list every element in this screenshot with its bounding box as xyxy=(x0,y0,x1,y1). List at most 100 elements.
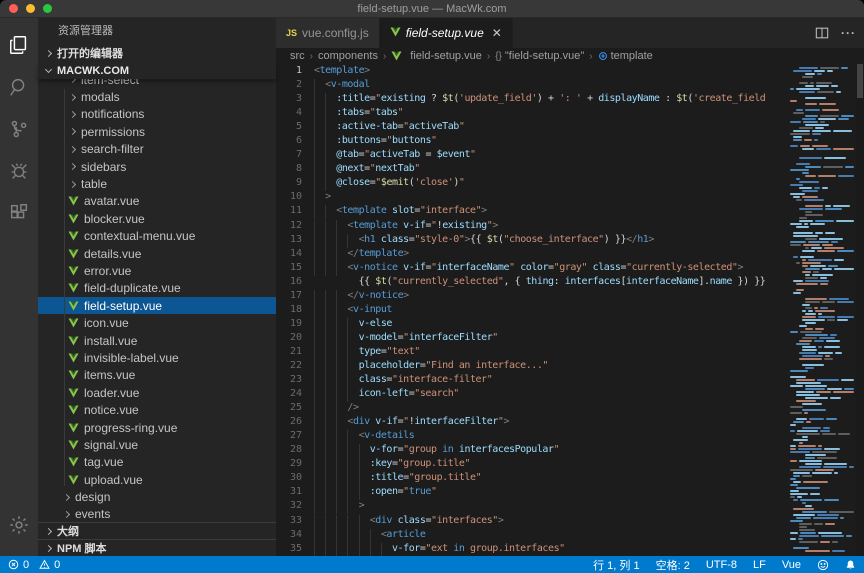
minimize-window-button[interactable] xyxy=(26,4,35,13)
code-line-30[interactable]: 30:title="group.title" xyxy=(276,472,786,486)
code-line-24[interactable]: 24icon-left="search" xyxy=(276,388,786,402)
tree-folder-modals[interactable]: modals xyxy=(38,88,276,105)
code-line-8[interactable]: 8@next="nextTab" xyxy=(276,163,786,177)
more-actions-icon[interactable]: ··· xyxy=(841,26,856,40)
encoding[interactable]: UTF-8 xyxy=(706,559,737,571)
code-line-23[interactable]: 23class="interface-filter" xyxy=(276,374,786,388)
tree-file-details.vue[interactable]: details.vue xyxy=(38,245,276,262)
code-line-32[interactable]: 32> xyxy=(276,500,786,514)
problems-errors[interactable]: 0 xyxy=(8,559,29,571)
code-line-3[interactable]: 3:title="existing ? $t('update_field') +… xyxy=(276,93,786,107)
breadcrumb-template[interactable]: template xyxy=(598,50,653,62)
code-line-25[interactable]: 25/> xyxy=(276,402,786,416)
source-control-icon[interactable] xyxy=(0,108,38,150)
zoom-window-button[interactable] xyxy=(43,4,52,13)
eol-sequence[interactable]: LF xyxy=(753,559,766,571)
debug-icon[interactable] xyxy=(0,150,38,192)
tree-file-avatar.vue[interactable]: avatar.vue xyxy=(38,193,276,210)
code-line-15[interactable]: 15<v-notice v-if="interfaceName" color="… xyxy=(276,262,786,276)
tree-folder-search-filter[interactable]: search-filter xyxy=(38,141,276,158)
problems-warnings[interactable]: 0 xyxy=(39,559,60,571)
tree-file-signal.vue[interactable]: signal.vue xyxy=(38,436,276,453)
extensions-icon[interactable] xyxy=(0,192,38,234)
code-line-28[interactable]: 28v-for="group in interfacesPopular" xyxy=(276,444,786,458)
code-line-20[interactable]: 20v-model="interfaceFilter" xyxy=(276,332,786,346)
code-line-14[interactable]: 14</template> xyxy=(276,248,786,262)
notifications-bell-icon[interactable] xyxy=(845,559,856,571)
breadcrumb-components[interactable]: components xyxy=(318,50,378,62)
open-editors-section[interactable]: 打开的编辑器 xyxy=(38,44,276,62)
breadcrumb-src[interactable]: src xyxy=(290,50,305,62)
tree-folder-permissions[interactable]: permissions xyxy=(38,123,276,140)
tree-file-icon.vue[interactable]: icon.vue xyxy=(38,314,276,331)
code-line-29[interactable]: 29:key="group.title" xyxy=(276,458,786,472)
search-icon[interactable] xyxy=(0,66,38,108)
code-line-5[interactable]: 5:active-tab="activeTab" xyxy=(276,121,786,135)
code-line-22[interactable]: 22placeholder="Find an interface..." xyxy=(276,360,786,374)
split-editor-icon[interactable] xyxy=(815,26,829,40)
tree-file-field-duplicate.vue[interactable]: field-duplicate.vue xyxy=(38,280,276,297)
tree-file-blocker.vue[interactable]: blocker.vue xyxy=(38,210,276,227)
code-line-10[interactable]: 10> xyxy=(276,191,786,205)
code-line-35[interactable]: 35v-for="ext in group.interfaces" xyxy=(276,543,786,556)
tree-file-error.vue[interactable]: error.vue xyxy=(38,262,276,279)
code-line-19[interactable]: 19v-else xyxy=(276,318,786,332)
code-line-7[interactable]: 7@tab="activeTab = $event" xyxy=(276,149,786,163)
tree-folder-table[interactable]: table xyxy=(38,175,276,192)
language-mode[interactable]: Vue xyxy=(782,559,801,571)
tree-file-invisible-label.vue[interactable]: invisible-label.vue xyxy=(38,349,276,366)
outline-section[interactable]: 大纲 xyxy=(38,522,276,539)
tree-file-upload.vue[interactable]: upload.vue xyxy=(38,471,276,488)
code-line-21[interactable]: 21type="text" xyxy=(276,346,786,360)
code-line-31[interactable]: 31:open="true" xyxy=(276,486,786,500)
code-line-16[interactable]: 16 {{ $t("currently_selected", { thing: … xyxy=(276,276,786,290)
code-line-12[interactable]: 12<template v-if="!existing"> xyxy=(276,220,786,234)
tab-field-setup-vue[interactable]: field-setup.vue ✕ xyxy=(380,18,513,48)
tree-file-install.vue[interactable]: install.vue xyxy=(38,332,276,349)
gear-icon[interactable] xyxy=(0,504,38,546)
code-line-4[interactable]: 4:tabs="tabs" xyxy=(276,107,786,121)
tree-folder-item-select[interactable]: item-select xyxy=(38,79,276,88)
line-number: 1 xyxy=(276,65,306,79)
tree-folder-sidebars[interactable]: sidebars xyxy=(38,158,276,175)
tree-file-field-setup.vue[interactable]: field-setup.vue xyxy=(38,297,276,314)
editor-scrollbar[interactable] xyxy=(856,64,864,556)
code-line-2[interactable]: 2<v-modal xyxy=(276,79,786,93)
tree-file-contextual-menu.vue[interactable]: contextual-menu.vue xyxy=(38,228,276,245)
close-icon[interactable]: ✕ xyxy=(492,27,502,39)
code-line-27[interactable]: 27<v-details xyxy=(276,430,786,444)
tree-file-loader.vue[interactable]: loader.vue xyxy=(38,384,276,401)
workspace-root[interactable]: MACWK.COM xyxy=(38,62,276,79)
close-window-button[interactable] xyxy=(9,4,18,13)
tree-file-notice.vue[interactable]: notice.vue xyxy=(38,401,276,418)
code-line-6[interactable]: 6:buttons="buttons" xyxy=(276,135,786,149)
code-line-11[interactable]: 11<template slot="interface"> xyxy=(276,205,786,219)
code-line-1[interactable]: 1<template> xyxy=(276,65,786,79)
tab-vue-config-js[interactable]: JS vue.config.js xyxy=(276,18,380,48)
breadcrumb-field-setup.vue[interactable]: {}"field-setup.vue" xyxy=(495,50,584,62)
breadcrumb-field-setup.vue[interactable]: field-setup.vue xyxy=(391,50,482,62)
code-line-26[interactable]: 26<div v-if="!interfaceFilter"> xyxy=(276,416,786,430)
tree-file-progress-ring.vue[interactable]: progress-ring.vue xyxy=(38,419,276,436)
tree-folder-events[interactable]: events xyxy=(38,506,276,522)
tree-item-label: details.vue xyxy=(84,247,141,261)
tree-folder-notifications[interactable]: notifications xyxy=(38,106,276,123)
code-line-18[interactable]: 18<v-input xyxy=(276,304,786,318)
indentation[interactable]: 空格: 2 xyxy=(656,557,690,573)
feedback-smiley-icon[interactable] xyxy=(817,559,829,571)
cursor-position[interactable]: 行 1, 列 1 xyxy=(593,557,639,573)
code-line-17[interactable]: 17</v-notice> xyxy=(276,290,786,304)
explorer-icon[interactable] xyxy=(0,24,38,66)
tree-file-items.vue[interactable]: items.vue xyxy=(38,367,276,384)
code-line-13[interactable]: 13<h1 class="style-0">{{ $t("choose_inte… xyxy=(276,234,786,248)
minimap[interactable] xyxy=(786,64,856,556)
code-editor[interactable]: 1<template>2<v-modal3:title="existing ? … xyxy=(276,64,786,556)
code-line-33[interactable]: 33<div class="interfaces"> xyxy=(276,515,786,529)
tree-file-tag.vue[interactable]: tag.vue xyxy=(38,454,276,471)
code-line-9[interactable]: 9@close="$emit('close')" xyxy=(276,177,786,191)
npm-scripts-section[interactable]: NPM 脚本 xyxy=(38,539,276,556)
scrollbar-thumb[interactable] xyxy=(857,64,863,98)
tree-folder-design[interactable]: design xyxy=(38,488,276,505)
sidebar-explorer: 资源管理器 打开的编辑器 MACWK.COM item-selectmodals… xyxy=(38,18,276,556)
code-line-34[interactable]: 34<article xyxy=(276,529,786,543)
